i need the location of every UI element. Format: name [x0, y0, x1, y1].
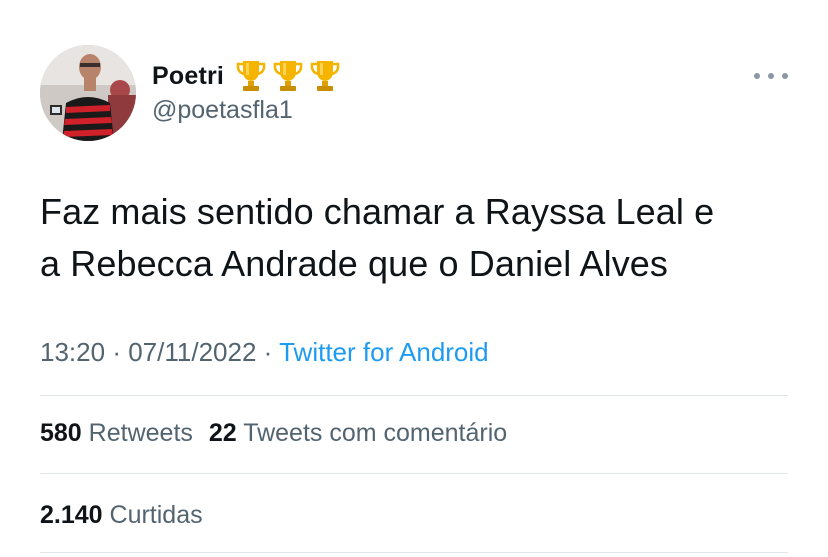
trophy-icon [273, 61, 303, 91]
tweet-date[interactable]: 07/11/2022 [128, 337, 256, 367]
trophy-icon [310, 61, 340, 91]
retweets-label: Retweets [88, 419, 193, 447]
user-handle[interactable]: @poetasfla1 [152, 96, 293, 125]
quote-tweets-stat[interactable]: 22 Tweets com comentário [209, 419, 507, 447]
tweet-text: Faz mais sentido chamar a Rayssa Leal e … [40, 186, 800, 290]
retweets-count: 580 [40, 419, 82, 447]
engagement-stats-row: 580 Retweets 22 Tweets com comentário [40, 419, 507, 448]
user-display-name[interactable]: Poetri [152, 62, 224, 91]
quote-tweets-label: Tweets com comentário [243, 419, 508, 447]
tweet-meta: 13:20 · 07/11/2022 · Twitter for Android [40, 337, 489, 368]
retweets-stat[interactable]: 580 Retweets [40, 419, 193, 447]
tweet-text-line: Faz mais sentido chamar a Rayssa Leal e [40, 191, 715, 232]
tweet-text-line: a Rebecca Andrade que o Daniel Alves [40, 243, 669, 284]
more-options-button[interactable] [754, 66, 788, 86]
quote-tweets-count: 22 [208, 419, 237, 447]
likes-stat[interactable]: 2.140 Curtidas [40, 501, 203, 529]
more-dot-icon [768, 73, 774, 79]
divider [40, 395, 788, 396]
meta-separator: · [112, 337, 121, 367]
more-dot-icon [754, 73, 760, 79]
trophy-icon [236, 61, 266, 91]
more-dot-icon [782, 73, 788, 79]
likes-label: Curtidas [109, 501, 203, 529]
user-name-row: Poetri [152, 58, 342, 94]
tweet-source-link[interactable]: Twitter for Android [279, 337, 489, 367]
likes-stats-row: 2.140 Curtidas [40, 501, 203, 530]
avatar-image [40, 45, 136, 141]
meta-separator: · [263, 337, 273, 367]
tweet-time[interactable]: 13:20 [40, 337, 105, 367]
divider [40, 473, 788, 474]
avatar[interactable] [40, 45, 136, 141]
name-emoji-group [234, 58, 342, 94]
likes-count: 2.140 [40, 501, 103, 529]
divider [40, 552, 788, 553]
